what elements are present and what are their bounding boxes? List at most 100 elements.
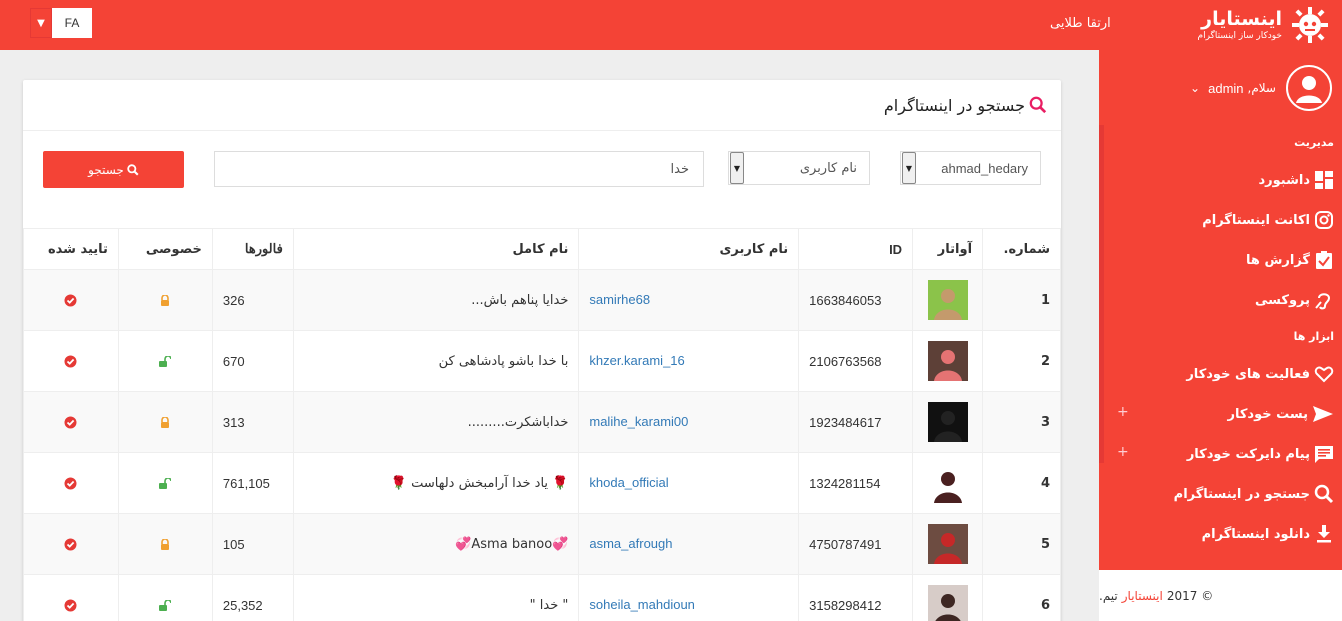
private-status xyxy=(117,269,213,331)
sidebar-header-manage: مدیریت xyxy=(1294,136,1334,149)
lock-icon xyxy=(161,538,170,550)
avatar-cell xyxy=(912,574,984,621)
lock-icon xyxy=(161,294,170,306)
row-number: 1 xyxy=(982,269,1061,331)
user-menu[interactable]: سلام, admin ⌄ xyxy=(1190,62,1332,114)
sidebar-item-label: پیام دایرکت خودکار xyxy=(1186,446,1310,462)
sidebar-item-label: دانلود اینستاگرام xyxy=(1201,526,1310,542)
instagram-id: 1663846053 xyxy=(798,269,914,331)
full-name: خداباشکرت......... xyxy=(292,391,580,453)
check-circle-icon xyxy=(64,355,77,367)
column-header-followers[interactable]: فالورها xyxy=(211,228,294,270)
row-number: 4 xyxy=(982,452,1061,514)
sidebar-item-label: گزارش ها xyxy=(1246,252,1310,268)
brand[interactable]: اینستایار خودکار ساز اینستاگرام xyxy=(1198,4,1330,46)
account-select-value: ahmad_hedary xyxy=(941,160,1028,176)
unlock-icon xyxy=(159,355,172,367)
brand-tagline: خودکار ساز اینستاگرام xyxy=(1197,31,1282,41)
username-link[interactable]: khoda_official xyxy=(589,475,668,490)
verified-status xyxy=(23,452,119,514)
robot-logo-icon xyxy=(1292,7,1328,43)
avatar[interactable] xyxy=(927,402,968,442)
table-row: 1 1663846053 samirhe68 خدایا پناهم باش... 32… xyxy=(23,269,1061,331)
avatar[interactable] xyxy=(927,341,968,381)
avatar[interactable] xyxy=(927,280,968,320)
page-title: جستجو در اینستاگرام xyxy=(883,95,1025,115)
sidebar-item-auto-activities[interactable]: فعالیت های خودکار xyxy=(1186,360,1334,388)
private-status xyxy=(117,330,213,392)
send-icon xyxy=(1313,406,1333,422)
username-link[interactable]: asma_afrough xyxy=(589,536,672,551)
sidebar-item-label: پروکسی xyxy=(1255,292,1310,308)
private-status xyxy=(117,452,213,514)
username-link[interactable]: samirhe68 xyxy=(589,292,650,307)
sidebar-item-proxy[interactable]: پروکسی xyxy=(1255,286,1334,314)
search-icon xyxy=(1029,96,1047,114)
instagram-id: 4750787491 xyxy=(798,513,914,575)
instagram-icon xyxy=(1315,211,1333,229)
username-link[interactable]: khzer.karami_16 xyxy=(589,353,684,368)
followers-count: 670 xyxy=(211,330,294,392)
language-label[interactable]: FA xyxy=(52,8,92,38)
full-name: " خدا " xyxy=(292,574,580,621)
avatar[interactable] xyxy=(927,524,968,564)
upgrade-gold-link[interactable]: ارتقا طلایی xyxy=(1050,16,1111,31)
sidebar-item-dashboard[interactable]: داشبورد xyxy=(1258,166,1334,194)
full-name: خدایا پناهم باش... xyxy=(292,269,580,331)
table-row: 2 2106763568 khzer.karami_16 با خدا باشو پا… xyxy=(23,330,1061,392)
avatar[interactable] xyxy=(927,463,968,503)
username-link[interactable]: soheila_mahdioun xyxy=(589,597,695,612)
sidebar-item-auto-post[interactable]: پست خودکار xyxy=(1227,400,1334,428)
search-type-select[interactable]: نام کاربری ▼ xyxy=(728,151,870,185)
verified-status xyxy=(23,574,119,621)
table-row: 4 1324281154 khoda_official 🌹 یاد خدا آرامب… xyxy=(23,452,1061,514)
column-header-number[interactable]: شماره. xyxy=(982,228,1061,270)
chevron-down-icon[interactable]: ▼ xyxy=(730,152,744,184)
column-header-username[interactable]: نام کاربری xyxy=(578,228,800,270)
private-status xyxy=(117,574,213,621)
chevron-down-icon[interactable]: ⌄ xyxy=(1190,81,1200,95)
row-number: 3 xyxy=(982,391,1061,453)
sidebar-item-instagram-search[interactable]: جستجو در اینستاگرام xyxy=(1174,480,1334,508)
avatar[interactable] xyxy=(927,585,968,621)
avatar-cell xyxy=(912,269,984,331)
sidebar-scrollbar[interactable] xyxy=(1099,125,1104,463)
instagram-id: 2106763568 xyxy=(798,330,914,392)
chevron-down-icon[interactable]: ▼ xyxy=(902,152,916,184)
column-header-id[interactable]: ID xyxy=(798,228,914,270)
sidebar-item-reports[interactable]: گزارش ها xyxy=(1246,246,1334,274)
column-header-private[interactable]: خصوصی xyxy=(117,228,213,270)
expand-plus-icon[interactable]: + xyxy=(1117,444,1129,460)
table-row: 6 3158298412 soheila_mahdioun " خدا " 25,352 xyxy=(23,574,1061,621)
search-query-input[interactable]: خدا xyxy=(214,151,704,187)
footer-brand-link[interactable]: اینستایار xyxy=(1122,589,1163,603)
unlock-icon xyxy=(159,477,172,489)
instagram-id: 1923484617 xyxy=(798,391,914,453)
column-header-fullname[interactable]: نام کامل xyxy=(292,228,580,270)
chevron-down-icon[interactable]: ▼ xyxy=(30,8,52,38)
sidebar-item-auto-direct[interactable]: پیام دایرکت خودکار xyxy=(1187,440,1334,468)
row-number: 5 xyxy=(982,513,1061,575)
language-selector[interactable]: ▼ FA xyxy=(30,8,92,38)
search-card: جستجو در اینستاگرام جستجو خدا نام کاربری… xyxy=(23,80,1061,621)
expand-plus-icon[interactable]: + xyxy=(1117,404,1129,420)
username-link[interactable]: malihe_karami00 xyxy=(589,414,688,429)
verified-status xyxy=(23,330,119,392)
proxy-icon xyxy=(1315,293,1331,310)
check-circle-icon xyxy=(64,416,77,428)
instagram-id: 3158298412 xyxy=(798,574,914,621)
followers-count: 761,105 xyxy=(211,452,294,514)
download-icon xyxy=(1317,525,1331,543)
column-header-verified[interactable]: تایید شده xyxy=(23,228,119,270)
search-icon xyxy=(1314,484,1334,504)
sidebar-item-instagram-account[interactable]: اکانت اینستاگرام xyxy=(1202,206,1334,234)
avatar-cell xyxy=(912,513,984,575)
user-greeting: سلام, xyxy=(1247,81,1276,95)
search-button[interactable]: جستجو xyxy=(43,151,184,188)
account-select[interactable]: ahmad_hedary ▼ xyxy=(900,151,1041,185)
sidebar-item-label: پست خودکار xyxy=(1227,406,1308,422)
results-table: شماره. آواتار ID نام کاربری نام کامل فال… xyxy=(23,228,1061,621)
sidebar-item-instagram-download[interactable]: دانلود اینستاگرام xyxy=(1202,520,1334,548)
lock-icon xyxy=(161,416,170,428)
column-header-avatar[interactable]: آواتار xyxy=(912,228,984,270)
